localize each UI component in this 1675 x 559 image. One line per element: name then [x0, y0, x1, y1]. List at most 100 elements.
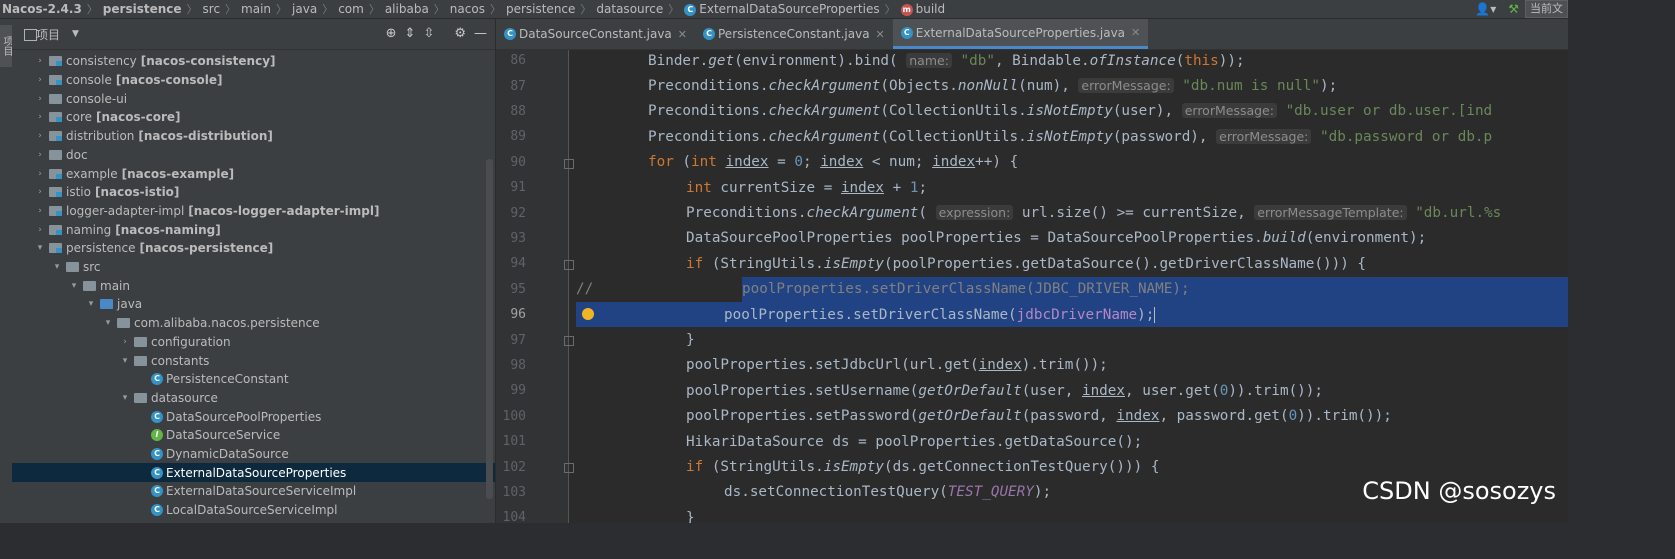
- code-line[interactable]: 99 poolProperties.setUsername(getOrDefaul…: [496, 378, 1568, 403]
- code-line[interactable]: 86 Binder.get(environment).bind( name: "d…: [496, 50, 1568, 73]
- tree-item[interactable]: › core [nacos-core]: [12, 108, 495, 127]
- breadcrumb-datasource[interactable]: datasource: [594, 2, 665, 16]
- tree-item[interactable]: › doc: [12, 146, 495, 165]
- chevron-right-icon[interactable]: ›: [34, 131, 46, 141]
- tree-item[interactable]: › logger-adapter-impl [nacos-logger-adapte…: [12, 202, 495, 221]
- chevron-down-icon[interactable]: ▾: [119, 393, 131, 403]
- breadcrumb-alibaba[interactable]: alibaba: [383, 2, 431, 16]
- chevron-right-icon[interactable]: ›: [34, 94, 46, 104]
- fold-marker-icon[interactable]: [564, 158, 574, 169]
- project-tool-tab[interactable]: 项目: [0, 25, 12, 67]
- tree-item[interactable]: C PersistenceConstant: [12, 370, 495, 389]
- expand-all-icon[interactable]: ⇕: [405, 26, 416, 41]
- code-line[interactable]: 88 Preconditions.checkArgument(Collection…: [496, 99, 1568, 124]
- tab-datasource-constant[interactable]: C DataSourceConstant.java ✕: [496, 19, 695, 49]
- tree-item[interactable]: C ExternalDataSourceServiceImpl: [12, 482, 495, 501]
- code-line[interactable]: 92 Preconditions.checkArgument( expressio…: [496, 200, 1568, 225]
- code-line[interactable]: 100 poolProperties.setPassword(getOrDefau…: [496, 404, 1568, 429]
- gear-icon[interactable]: ⚙: [454, 26, 466, 41]
- chevron-right-icon[interactable]: ›: [34, 75, 46, 85]
- chevron-down-icon[interactable]: ▼: [72, 29, 79, 39]
- tree-item[interactable]: › distribution [nacos-distribution]: [12, 127, 495, 146]
- chevron-down-icon[interactable]: ▾: [102, 318, 114, 328]
- tree-scrollbar[interactable]: [486, 159, 493, 499]
- chevron-right-icon[interactable]: ›: [119, 337, 131, 347]
- tree-item[interactable]: ▾ java: [12, 295, 495, 314]
- breadcrumb-class[interactable]: C ExternalDataSourceProperties: [682, 2, 881, 16]
- tree-item[interactable]: › consistency [nacos-consistency]: [12, 52, 495, 71]
- fold-marker-icon[interactable]: [564, 336, 574, 347]
- code-line[interactable]: 96 poolProperties.setDriverClassName(jdbc…: [496, 302, 1568, 328]
- code-line[interactable]: 91 int currentSize = index + 1;: [496, 175, 1568, 200]
- code-line[interactable]: 101 HikariDataSource ds = poolProperties.…: [496, 429, 1568, 454]
- tree-item[interactable]: C DynamicDataSource: [12, 445, 495, 464]
- close-icon[interactable]: ✕: [678, 28, 687, 41]
- tree-item[interactable]: C LocalDataSourceServiceImpl: [12, 501, 495, 520]
- chevron-down-icon[interactable]: ▾: [68, 281, 80, 291]
- module-folder-icon: [49, 131, 62, 142]
- code-line[interactable]: 90 for (int index = 0; index < num; index…: [496, 150, 1568, 175]
- hide-icon[interactable]: —: [474, 26, 487, 41]
- tree-item[interactable]: ▾ constants: [12, 351, 495, 370]
- collapse-all-icon[interactable]: ⇳: [423, 26, 434, 41]
- tree-item[interactable]: ▾ com.alibaba.nacos.persistence: [12, 314, 495, 333]
- chevron-right-icon[interactable]: ›: [34, 206, 46, 216]
- tree-item[interactable]: C DataSourcePoolProperties: [12, 407, 495, 426]
- tree-item[interactable]: › naming [nacos-naming]: [12, 220, 495, 239]
- breadcrumb-java[interactable]: java: [290, 2, 319, 16]
- user-icon[interactable]: 👤▾: [1469, 2, 1502, 16]
- project-panel-title[interactable]: 项目: [36, 26, 60, 43]
- fold-marker-icon[interactable]: [564, 260, 574, 271]
- lightbulb-icon[interactable]: [582, 308, 594, 320]
- code-line[interactable]: 93 DataSourcePoolProperties poolPropertie…: [496, 226, 1568, 251]
- tree-item[interactable]: › example [nacos-example]: [12, 164, 495, 183]
- tree-item[interactable]: I DataSourceService: [12, 426, 495, 445]
- chevron-right-icon[interactable]: ›: [34, 150, 46, 160]
- code-editor[interactable]: 86 Binder.get(environment).bind( name: "d…: [496, 50, 1568, 523]
- code-line[interactable]: 104}: [496, 505, 1568, 523]
- locate-icon[interactable]: ⊕: [386, 26, 397, 41]
- code-line[interactable]: 89 Preconditions.checkArgument(Collection…: [496, 124, 1568, 149]
- chevron-down-icon[interactable]: ▾: [119, 356, 131, 366]
- chevron-down-icon[interactable]: ▾: [51, 262, 63, 272]
- close-icon[interactable]: ✕: [1131, 26, 1140, 39]
- tree-item[interactable]: › configuration: [12, 333, 495, 352]
- chevron-right-icon[interactable]: ›: [34, 225, 46, 235]
- breadcrumb-com[interactable]: com: [336, 2, 366, 16]
- tree-item[interactable]: ▾ main: [12, 276, 495, 295]
- code-line[interactable]: 98 poolProperties.setJdbcUrl(url.get(inde…: [496, 353, 1568, 378]
- tree-item[interactable]: › console [nacos-console]: [12, 71, 495, 90]
- run-config-select[interactable]: 当前文: [1525, 0, 1568, 18]
- breadcrumb-main[interactable]: main: [239, 2, 273, 16]
- tree-item[interactable]: › console-ui: [12, 89, 495, 108]
- code-line[interactable]: 102 if (StringUtils.isEmpty(ds.getConnect…: [496, 454, 1568, 479]
- chevron-right-icon[interactable]: ›: [34, 112, 46, 122]
- breadcrumb-nacos[interactable]: nacos: [448, 2, 487, 16]
- tree-item[interactable]: › istio [nacos-istio]: [12, 183, 495, 202]
- fold-marker-icon[interactable]: [564, 463, 574, 474]
- breadcrumb-module[interactable]: persistence: [101, 2, 184, 16]
- breadcrumb-method[interactable]: m build: [899, 2, 948, 16]
- breadcrumb-persistence[interactable]: persistence: [504, 2, 577, 16]
- code-line[interactable]: 87 Preconditions.checkArgument(Objects.no…: [496, 73, 1568, 98]
- code-line[interactable]: 95 // poolProperties.setDriverClassName(JD…: [496, 276, 1568, 302]
- tree-item[interactable]: C ExternalDataSourceProperties: [12, 463, 495, 483]
- breadcrumb-src[interactable]: src: [201, 2, 223, 16]
- chevron-down-icon[interactable]: ▾: [34, 243, 46, 253]
- chevron-right-icon[interactable]: ›: [34, 56, 46, 66]
- close-icon[interactable]: ✕: [876, 28, 885, 41]
- hammer-icon[interactable]: ⚒: [1502, 2, 1525, 16]
- chevron-right-icon[interactable]: ›: [34, 169, 46, 179]
- chevron-down-icon[interactable]: ▾: [85, 299, 97, 309]
- breadcrumb-project[interactable]: Nacos-2.4.3: [0, 2, 84, 16]
- tree-item[interactable]: ▾ src: [12, 258, 495, 277]
- chevron-right-icon[interactable]: ›: [34, 187, 46, 197]
- line-number: 104: [502, 510, 526, 523]
- code-line[interactable]: 94 if (StringUtils.isEmpty(poolProperties…: [496, 251, 1568, 276]
- tab-persistence-constant[interactable]: C PersistenceConstant.java ✕: [695, 19, 893, 49]
- tree-item[interactable]: ▾ persistence [nacos-persistence]: [12, 239, 495, 258]
- code-line[interactable]: 97}: [496, 327, 1568, 352]
- tab-external-datasource-properties[interactable]: C ExternalDataSourceProperties.java ✕: [892, 19, 1149, 49]
- tree-item[interactable]: ▾ datasource: [12, 389, 495, 408]
- module-folder-icon: [49, 187, 62, 198]
